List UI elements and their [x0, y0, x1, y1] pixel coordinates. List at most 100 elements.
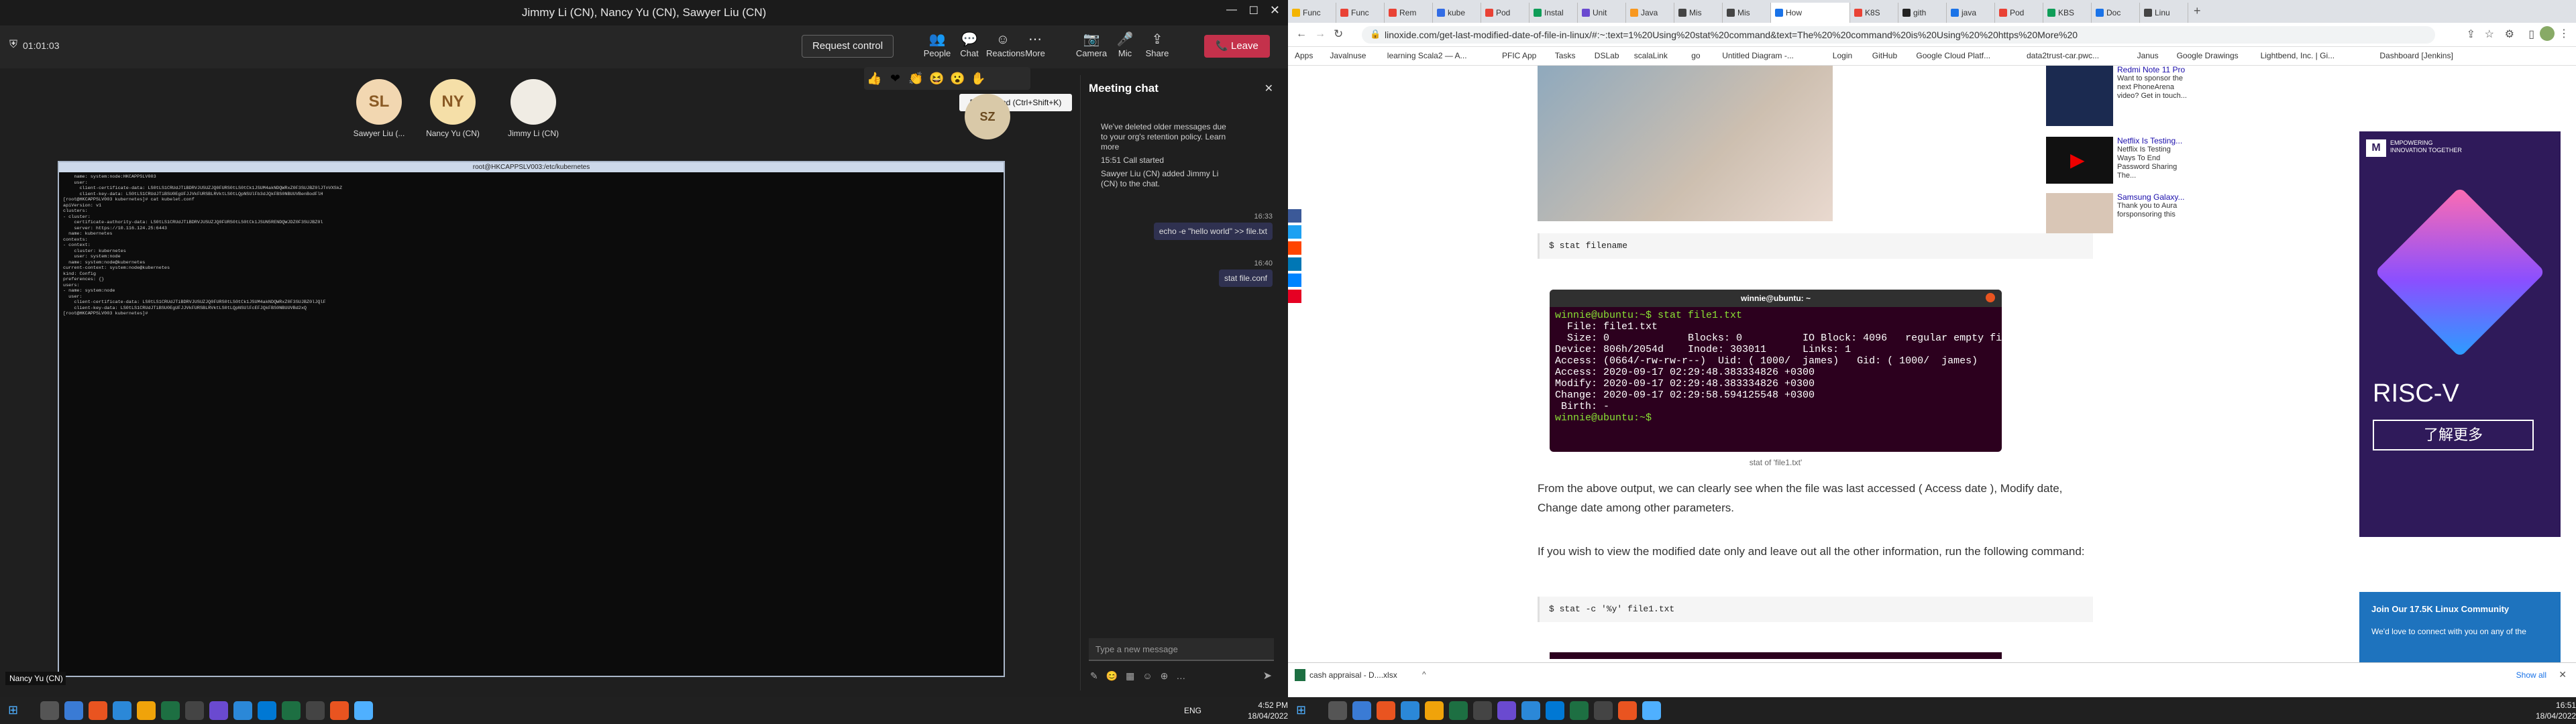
browser-tab[interactable]: K8S: [1850, 3, 1898, 23]
news-item[interactable]: Redmi Note 11 Pro Want to sponsor the nex…: [2117, 66, 2191, 101]
browser-tab[interactable]: Func: [1336, 3, 1385, 23]
bookmark-item[interactable]: Dashboard [Jenkins]: [2379, 51, 2453, 60]
share-icon[interactable]: [1288, 225, 1301, 239]
taskbar-app-icon[interactable]: [161, 701, 180, 720]
new-tab-plus-icon[interactable]: +: [2194, 4, 2201, 18]
minimize-icon[interactable]: —: [1226, 4, 1237, 16]
clock-left[interactable]: 4:52 PM 18/04/2022: [1248, 700, 1288, 721]
profile-avatar[interactable]: [2540, 26, 2555, 41]
bookmark-item[interactable]: scalaLink: [1634, 51, 1668, 60]
taskbar-app-icon[interactable]: [137, 701, 156, 720]
bookmark-star-icon[interactable]: ☆: [2485, 27, 2494, 41]
chat-tools-icons[interactable]: ✎😊▦☺⊕…: [1090, 670, 1193, 682]
browser-tab[interactable]: gith: [1898, 3, 1947, 23]
reload-icon[interactable]: ↻: [1334, 27, 1343, 41]
taskbar-app-icon[interactable]: [1546, 701, 1564, 720]
url-field[interactable]: linoxide.com/get-last-modified-date-of-f…: [1362, 26, 2435, 44]
sidebar-icon[interactable]: ▯: [2528, 27, 2534, 41]
browser-tab[interactable]: Java: [1626, 3, 1674, 23]
taskbar-app-icon[interactable]: [40, 701, 59, 720]
chat-message[interactable]: 16:33 echo -e "hello world" >> file.txt: [1138, 213, 1273, 240]
reaction-0-icon[interactable]: 👍: [864, 67, 885, 90]
browser-tab[interactable]: Instal: [1529, 3, 1578, 23]
share-icon[interactable]: [1288, 274, 1301, 287]
taskbar-app-icon[interactable]: [185, 701, 204, 720]
bookmark-item[interactable]: Javalnuse: [1330, 51, 1366, 60]
windows-start-icon[interactable]: ⊞: [8, 703, 18, 717]
share-icon[interactable]: [1288, 209, 1301, 223]
taskbar-app-icon[interactable]: [233, 701, 252, 720]
bookmark-item[interactable]: PFIC App: [1502, 51, 1536, 60]
taskbar-app-icon[interactable]: [282, 701, 301, 720]
terminal-output[interactable]: name: system:node:HKCAPPSLV003 user: cli…: [63, 174, 1000, 673]
news-item[interactable]: Netflix Is Testing... Netflix Is Testing …: [2117, 137, 2191, 180]
bookmark-item[interactable]: data2trust-car.pwc...: [2027, 51, 2099, 60]
toolbar-share-button[interactable]: ⇪ Share: [1140, 31, 1174, 64]
ad-button[interactable]: 了解更多: [2373, 420, 2534, 450]
community-box[interactable]: Join Our 17.5K Linux Community We'd love…: [2359, 592, 2561, 666]
show-all-link[interactable]: Show all: [2516, 670, 2546, 680]
taskbar-app-icon[interactable]: [64, 701, 83, 720]
toolbar-people-button[interactable]: 👥 People: [920, 31, 954, 64]
risc-v-advertisement[interactable]: M EMPOWERING INNOVATION TOGETHER RISC-V …: [2359, 131, 2561, 537]
browser-tab[interactable]: Mis: [1723, 3, 1771, 23]
bookmark-item[interactable]: Apps: [1295, 51, 1313, 60]
toolbar-mic-button[interactable]: 🎤 Mic: [1108, 31, 1142, 64]
bookmark-item[interactable]: learning Scala2 — A...: [1387, 51, 1467, 60]
browser-tab[interactable]: java: [1947, 3, 1995, 23]
taskbar-app-icon[interactable]: [306, 701, 325, 720]
taskbar-app-icon[interactable]: [1449, 701, 1468, 720]
news-thumb-redmi[interactable]: [2046, 66, 2113, 126]
bookmark-item[interactable]: DSLab: [1595, 51, 1619, 60]
lock-icon[interactable]: 🔒: [1370, 29, 1381, 40]
taskbar-app-icon[interactable]: [354, 701, 373, 720]
share-page-icon[interactable]: ⇪: [2467, 27, 2475, 41]
language-indicator[interactable]: ENG: [1184, 706, 1201, 715]
reaction-2-icon[interactable]: 👏: [906, 67, 926, 90]
participant-tile[interactable]: NY Nancy Yu (CN): [423, 79, 483, 138]
toolbar-camera-button[interactable]: 📷 Camera: [1075, 31, 1108, 64]
taskbar-app-icon[interactable]: [1401, 701, 1419, 720]
browser-tab[interactable]: kube: [1433, 3, 1481, 23]
windows-start-icon-2[interactable]: ⊞: [1296, 703, 1306, 717]
ssh-terminal-window[interactable]: root@HKCAPPSLV003:/etc/kubernetes name: …: [58, 161, 1005, 677]
browser-tab[interactable]: Func: [1288, 3, 1336, 23]
leave-button[interactable]: 📞 Leave: [1204, 35, 1270, 58]
menu-icon[interactable]: ⋮: [2559, 27, 2569, 40]
close-icon[interactable]: ✕: [1270, 3, 1280, 17]
browser-tab[interactable]: Linu: [2140, 3, 2188, 23]
extensions-icon[interactable]: ⚙: [2505, 27, 2514, 41]
browser-tab[interactable]: Doc: [2092, 3, 2140, 23]
toolbar-chat-button[interactable]: 💬 Chat: [953, 31, 986, 64]
taskbar-app-icon[interactable]: [1328, 701, 1347, 720]
taskbar-app-icon[interactable]: [89, 701, 107, 720]
bookmark-item[interactable]: GitHub: [1872, 51, 1897, 60]
share-icon[interactable]: [1288, 290, 1301, 303]
browser-tab[interactable]: Pod: [1995, 3, 2043, 23]
bookmark-item[interactable]: Untitled Diagram -...: [1722, 51, 1794, 60]
participant-tile[interactable]: SL Sawyer Liu (...: [349, 79, 409, 138]
share-icon[interactable]: [1288, 257, 1301, 271]
browser-tab[interactable]: Pod: [1481, 3, 1529, 23]
close-download-bar-icon[interactable]: ✕: [2559, 669, 2567, 680]
toolbar-reactions-button[interactable]: ☺ Reactions: [986, 31, 1025, 64]
chat-input[interactable]: Type a new message: [1089, 638, 1274, 661]
reaction-4-icon[interactable]: 😮: [947, 67, 968, 90]
send-icon[interactable]: ➤: [1263, 669, 1272, 682]
taskbar-app-icon[interactable]: [1570, 701, 1589, 720]
bookmark-item[interactable]: Tasks: [1555, 51, 1576, 60]
back-icon[interactable]: ←: [1296, 28, 1307, 40]
bookmark-item[interactable]: Janus: [2137, 51, 2159, 60]
clock-right[interactable]: 16:51 18/04/2022: [2536, 700, 2576, 721]
toolbar-more-button[interactable]: ⋯ More: [1018, 31, 1052, 64]
reaction-1-icon[interactable]: ❤: [885, 67, 906, 90]
browser-tab[interactable]: Rem: [1385, 3, 1433, 23]
browser-tab[interactable]: Unit: [1578, 3, 1626, 23]
browser-tab[interactable]: Mis: [1674, 3, 1723, 23]
browser-tab[interactable]: KBS: [2043, 3, 2092, 23]
taskbar-app-icon[interactable]: [1352, 701, 1371, 720]
reaction-3-icon[interactable]: 😆: [926, 67, 947, 90]
taskbar-app-icon[interactable]: [1497, 701, 1516, 720]
participant-tile[interactable]: Jimmy Li (CN): [503, 79, 564, 138]
taskbar-app-icon[interactable]: [258, 701, 276, 720]
